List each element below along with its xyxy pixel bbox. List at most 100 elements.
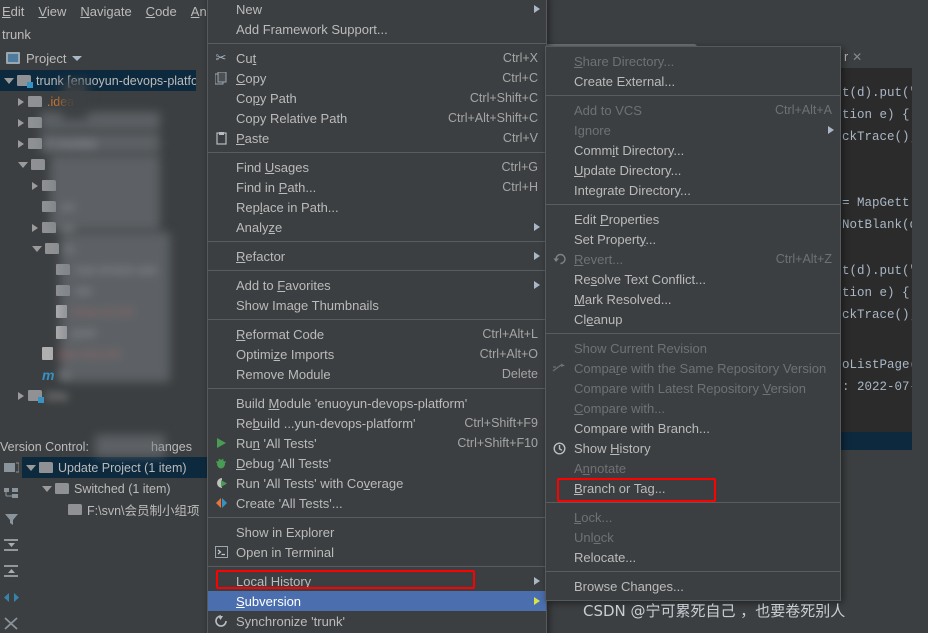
right-tool-strip[interactable] (912, 46, 928, 444)
menu-item-copy[interactable]: Copy Ctrl+C (208, 68, 546, 88)
tree-toggle-icon[interactable] (18, 161, 28, 168)
menu-item-label: Show History (574, 440, 651, 456)
menu-item-create-all-tests[interactable]: Create 'All Tests'... (208, 493, 546, 513)
menu-item-label: Compare with... (574, 400, 666, 416)
no-icon (213, 395, 229, 411)
right-tool-strip-bottom[interactable] (912, 444, 928, 633)
menu-item-shortcut: Ctrl+Alt+Shift+C (448, 111, 538, 125)
menu-item-label: Branch or Tag... (574, 480, 666, 496)
menu-item-integrate-directory[interactable]: Integrate Directory... (546, 180, 840, 200)
vcs-tree-row[interactable]: Update Project (1 item) (22, 457, 210, 478)
menu-item-compare-with-the-same-repository-version: Compare with the Same Repository Version (546, 358, 840, 378)
tree-toggle-icon[interactable] (32, 245, 42, 252)
tree-toggle-icon[interactable] (32, 181, 38, 190)
menu-item-label: Resolve Text Conflict... (574, 271, 706, 287)
editor-tab[interactable]: r ✕ (840, 46, 866, 68)
menu-item-remove-module[interactable]: Remove Module Delete (208, 364, 546, 384)
menu-item-shortcut: Ctrl+G (501, 160, 538, 174)
menu-item-add-to-favorites[interactable]: Add to Favorites (208, 275, 546, 295)
menu-navigate[interactable]: Navigate (80, 4, 131, 19)
filter-icon[interactable] (4, 513, 19, 528)
menu-item-debug-all-tests[interactable]: Debug 'All Tests' (208, 453, 546, 473)
chevron-down-icon[interactable] (72, 55, 83, 61)
menu-item-label: Lock... (574, 509, 613, 525)
menu-item-subversion[interactable]: Subversion (208, 591, 546, 611)
menu-item-optimize-imports[interactable]: Optimize Imports Ctrl+Alt+O (208, 344, 546, 364)
menu-item-update-directory[interactable]: Update Directory... (546, 160, 840, 180)
project-tree-row[interactable]: trunk [enuoyun-devops-platform] (0, 70, 196, 91)
menu-item-run-all-tests[interactable]: Run 'All Tests' Ctrl+Shift+F10 (208, 433, 546, 453)
menu-item-find-in-path[interactable]: Find in Path... Ctrl+H (208, 177, 546, 197)
project-tree-row[interactable]: enu (0, 385, 196, 406)
menu-item-set-property[interactable]: Set Property... (546, 229, 840, 249)
menu-item-cut[interactable]: ✂ Cut Ctrl+X (208, 48, 546, 68)
version-control-toolbar[interactable] (0, 457, 22, 633)
menu-item-reformat-code[interactable]: Reformat Code Ctrl+Alt+L (208, 324, 546, 344)
tree-toggle-icon[interactable] (26, 464, 36, 471)
menu-item-add-framework-support[interactable]: Add Framework Support... (208, 19, 546, 39)
tree-toggle-icon[interactable] (42, 485, 52, 492)
menu-item-find-usages[interactable]: Find Usages Ctrl+G (208, 157, 546, 177)
menu-item-commit-directory[interactable]: Commit Directory... (546, 140, 840, 160)
menu-item-replace-in-path[interactable]: Replace in Path... (208, 197, 546, 217)
menu-item-create-external[interactable]: Create External... (546, 71, 840, 91)
menu-item-label: Paste (236, 130, 270, 146)
diff-icon[interactable] (3, 591, 19, 606)
redaction-blur (60, 232, 170, 382)
menu-item-relocate[interactable]: Relocate... (546, 547, 840, 567)
menu-item-mark-resolved[interactable]: Mark Resolved... (546, 289, 840, 309)
menu-code[interactable]: Code (146, 4, 177, 19)
menu-item-synchronize-trunk[interactable]: Synchronize 'trunk' (208, 611, 546, 631)
menu-item-label: Build Module 'enuoyun-devops-platform' (236, 395, 468, 411)
submenu-arrow-icon (534, 5, 540, 13)
project-toolwindow-header[interactable]: Project (0, 46, 196, 70)
vcs-tree-row[interactable]: Switched (1 item) (22, 478, 210, 499)
menu-item-branch-or-tag[interactable]: Branch or Tag... (546, 478, 840, 498)
collapse-all-icon[interactable] (3, 565, 19, 580)
menu-item-build-module-enuoyun-devops-platform[interactable]: Build Module 'enuoyun-devops-platform' (208, 393, 546, 413)
tree-toggle-icon[interactable] (18, 97, 24, 106)
close-icon[interactable] (3, 617, 19, 632)
menu-item-resolve-text-conflict[interactable]: Resolve Text Conflict... (546, 269, 840, 289)
rollback-icon[interactable] (3, 461, 19, 476)
close-icon[interactable]: ✕ (852, 50, 862, 64)
menu-item-label: Update Directory... (574, 162, 682, 178)
menu-item-show-image-thumbnails[interactable]: Show Image Thumbnails (208, 295, 546, 315)
menu-item-compare-with-branch[interactable]: Compare with Branch... (546, 418, 840, 438)
menu-separator (208, 241, 546, 242)
menu-item-rebuild-yun-devops-platform[interactable]: Rebuild ...yun-devops-platform' Ctrl+Shif… (208, 413, 546, 433)
menu-item-show-in-explorer[interactable]: Show in Explorer (208, 522, 546, 542)
menu-item-copy-path[interactable]: Copy Path Ctrl+Shift+C (208, 88, 546, 108)
tree-toggle-icon[interactable] (18, 118, 24, 127)
menu-view[interactable]: View (38, 4, 66, 19)
menu-item-cleanup[interactable]: Cleanup (546, 309, 840, 329)
project-tree-row[interactable]: .idea (0, 91, 196, 112)
menu-item-label: Browse Changes... (574, 578, 684, 594)
menu-item-open-in-terminal[interactable]: Open in Terminal (208, 542, 546, 562)
menu-item-refactor[interactable]: Refactor (208, 246, 546, 266)
project-context-menu[interactable]: New Add Framework Support... ✂ Cut Ctrl+X Cop… (207, 0, 547, 633)
version-control-tree[interactable]: Update Project (1 item) Switched (1 item)… (22, 457, 210, 633)
vcs-tree-row[interactable]: F:\svn\会员制小组项 (22, 499, 210, 520)
no-icon (213, 326, 229, 342)
menu-item-browse-changes[interactable]: Browse Changes... (546, 576, 840, 596)
menu-item-run-all-tests-with-coverage[interactable]: Run 'All Tests' with Coverage (208, 473, 546, 493)
menu-item-new[interactable]: New (208, 0, 546, 19)
menu-item-label: Cleanup (574, 311, 623, 327)
menu-item-local-history[interactable]: Local History (208, 571, 546, 591)
tree-toggle-icon[interactable] (32, 223, 38, 232)
tree-toggle-icon[interactable] (18, 139, 24, 148)
tree-toggle-icon[interactable] (4, 77, 14, 84)
menu-item-label: Revert... (574, 251, 624, 267)
submenu-arrow-icon (534, 597, 540, 605)
menu-edit[interactable]: Edit (2, 4, 24, 19)
subversion-submenu[interactable]: Share Directory... Create External... Add … (545, 46, 841, 601)
group-by-icon[interactable] (3, 487, 19, 502)
expand-all-icon[interactable] (3, 539, 19, 554)
menu-item-paste[interactable]: Paste Ctrl+V (208, 128, 546, 148)
menu-item-analyze[interactable]: Analyze (208, 217, 546, 237)
menu-item-show-history[interactable]: Show History (546, 438, 840, 458)
menu-item-copy-relative-path[interactable]: Copy Relative Path Ctrl+Alt+Shift+C (208, 108, 546, 128)
tree-toggle-icon[interactable] (18, 391, 24, 400)
menu-item-edit-properties[interactable]: Edit Properties (546, 209, 840, 229)
